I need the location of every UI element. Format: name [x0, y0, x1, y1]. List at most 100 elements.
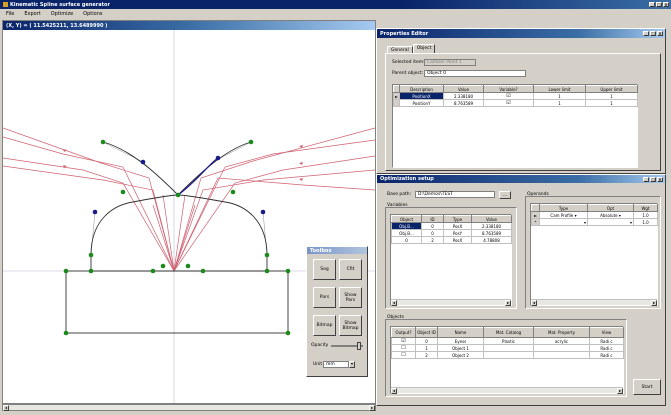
unit-dropdown-icon[interactable]: ▾ [349, 361, 355, 368]
cell-value[interactable]: 2.338180 [471, 222, 512, 230]
cell-value[interactable]: 8.763589 [471, 229, 512, 237]
cell-type[interactable]: PosX [443, 222, 472, 230]
canvas-hscrollbar[interactable]: ◂ ▸ [2, 404, 376, 411]
optimization-minimize-icon[interactable]: _ [643, 176, 649, 182]
variable-checkbox[interactable]: ☑ [483, 99, 534, 107]
cell-lower-limit[interactable]: 1 [533, 92, 586, 100]
tab-general[interactable]: General [387, 46, 413, 53]
variable-checkbox[interactable]: ☑ [483, 92, 534, 100]
col-value[interactable]: Value [443, 85, 484, 93]
col-output[interactable]: Output? [391, 327, 416, 338]
opt-select[interactable]: ▾ [587, 218, 634, 226]
base-path-input[interactable]: D:\Demos\TEST [415, 191, 495, 198]
properties-minimize-icon[interactable]: _ [643, 31, 649, 36]
close-icon[interactable]: × [663, 2, 669, 7]
col-object[interactable]: Object [391, 215, 422, 223]
variables-hscrollbar[interactable]: ◂ ▸ [391, 299, 511, 306]
menu-optimize[interactable]: Optimize [51, 11, 73, 17]
col-view[interactable]: View [589, 327, 624, 338]
bitmap-button[interactable]: Bitmap [313, 315, 336, 336]
cell-upper-limit[interactable]: 1 [585, 92, 638, 100]
cell-value[interactable]: 8.763589 [443, 99, 484, 107]
col-type[interactable]: Type [443, 215, 472, 223]
menu-file[interactable]: File [6, 11, 14, 17]
col-object-id[interactable]: Object ID [415, 327, 438, 338]
optimization-maximize-icon[interactable]: □ [650, 176, 656, 182]
cell-object-id[interactable]: 2 [415, 351, 438, 359]
scroll-right-icon[interactable]: ▸ [369, 405, 375, 411]
col-mat-catalog[interactable]: Mat. Catalog [483, 327, 534, 338]
cell-object[interactable]: 0 [391, 236, 422, 244]
operands-hscrollbar[interactable]: ◂ ▸ [531, 299, 657, 306]
cell-wgt[interactable]: 1.0 [633, 211, 658, 219]
col-description[interactable]: Description [399, 85, 444, 93]
start-button[interactable]: Start [633, 379, 661, 395]
cell-mat-property[interactable]: acrylic [533, 337, 590, 345]
col-value[interactable]: Value [471, 215, 512, 223]
pars-button[interactable]: Pars [313, 287, 336, 308]
table-row[interactable]: ☐ 2 Object 2 Radi c [391, 351, 624, 359]
cell-mat-property[interactable] [533, 344, 590, 352]
cell-name[interactable]: Object 2 [437, 351, 484, 359]
minimize-icon[interactable]: _ [649, 2, 655, 7]
table-row[interactable]: 0 2 PosX 4.78808 [391, 236, 512, 244]
unit-select[interactable]: mm [323, 361, 349, 368]
cell-name[interactable]: Object 1 [437, 344, 484, 352]
cell-value[interactable]: 2.338180 [443, 92, 484, 100]
show-pars-button[interactable]: Show Pars [339, 287, 362, 308]
scroll-left-icon[interactable]: ◂ [391, 299, 397, 306]
dropdown-icon[interactable]: ▾ [630, 220, 632, 225]
cell-id[interactable]: 0 [421, 222, 444, 230]
optimization-close-icon[interactable]: × [657, 176, 663, 182]
table-row[interactable]: ☐ 1 Object 1 Radi c [391, 344, 624, 352]
maximize-icon[interactable]: □ [656, 2, 662, 7]
cell-mat-property[interactable] [533, 351, 590, 359]
cell-wgt[interactable]: 1.0 [633, 218, 658, 226]
browse-button[interactable]: ... [499, 191, 511, 199]
table-row[interactable]: * ▾ ▾ 1.0 [531, 218, 658, 226]
cell-type[interactable]: PosY [443, 229, 472, 237]
output-checkbox[interactable]: ☑ [391, 337, 416, 345]
type-select[interactable]: ▾ [539, 218, 588, 226]
scroll-right-icon[interactable]: ▸ [651, 299, 657, 306]
menu-options[interactable]: Options [83, 11, 102, 17]
col-wgt[interactable]: Wgt [633, 204, 658, 212]
dropdown-icon[interactable]: ▾ [575, 213, 577, 218]
dropdown-icon[interactable]: ▾ [584, 220, 586, 225]
dropdown-icon[interactable]: ▾ [619, 213, 621, 218]
table-row[interactable]: ☑ 0 Eyess Plastic acrylic Radi c [391, 337, 624, 345]
output-checkbox[interactable]: ☐ [391, 344, 416, 352]
tab-object[interactable]: Object [412, 44, 436, 53]
cell-name[interactable]: Eyess [437, 337, 484, 345]
output-checkbox[interactable]: ☐ [391, 351, 416, 359]
seg-button[interactable]: Seg [313, 259, 336, 280]
properties-maximize-icon[interactable]: □ [650, 31, 656, 36]
control-points[interactable] [63, 139, 291, 336]
type-select[interactable]: Cam Profile ▾ [539, 211, 588, 219]
table-row[interactable]: Obj.B... 0 PosX 2.338180 [391, 222, 512, 230]
cell-mat-catalog[interactable]: Plastic [483, 337, 534, 345]
col-variable[interactable]: Variable? [483, 85, 534, 93]
col-upper-limit[interactable]: Upper limit [585, 85, 638, 93]
show-bitmap-button[interactable]: Show Bitmap [339, 315, 362, 336]
scroll-right-icon[interactable]: ▸ [617, 387, 623, 394]
table-row[interactable]: ► PositionX 2.338180 ☑ 1 1 [393, 92, 638, 100]
cell-id[interactable]: 2 [421, 236, 444, 244]
table-row[interactable]: PositionY 8.763589 ☑ 1 1 [393, 99, 638, 107]
parent-object-field[interactable]: Object 0 [424, 70, 526, 77]
cell-object-id[interactable]: 0 [415, 337, 438, 345]
col-mat-property[interactable]: Mat. Property [533, 327, 590, 338]
cell-view[interactable]: Radi c [589, 344, 624, 352]
cell-description[interactable]: PositionX [399, 92, 444, 100]
cfit-button[interactable]: Cfit [339, 259, 362, 280]
cell-object-id[interactable]: 1 [415, 344, 438, 352]
cell-type[interactable]: PosX [443, 236, 472, 244]
objects-hscrollbar[interactable]: ◂ ▸ [391, 387, 623, 394]
cell-value[interactable]: 4.78808 [471, 236, 512, 244]
cell-description[interactable]: PositionY [399, 99, 444, 107]
cell-mat-catalog[interactable] [483, 344, 534, 352]
cell-object[interactable]: Obj.B... [391, 229, 422, 237]
cell-lower-limit[interactable]: 1 [533, 99, 586, 107]
cell-view[interactable]: Radi c [589, 351, 624, 359]
col-name[interactable]: Name [437, 327, 484, 338]
